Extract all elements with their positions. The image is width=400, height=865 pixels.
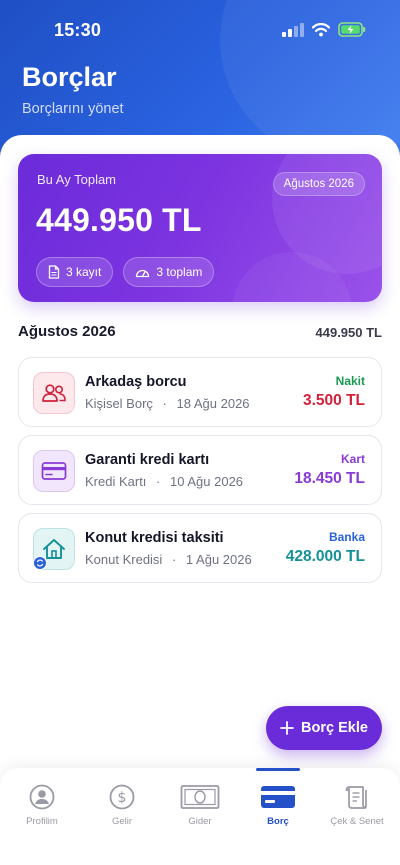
debt-item[interactable]: Arkadaş borcu Kişisel Borç · 18 Ağu 2026… — [18, 357, 382, 427]
summary-label: Bu Ay Toplam — [37, 172, 117, 187]
debt-name: Garanti kredi kartı — [85, 452, 210, 468]
profile-icon — [29, 784, 55, 810]
status-bar: 15:30 — [0, 0, 400, 60]
card-icon — [261, 786, 295, 808]
status-time: 15:30 — [54, 20, 102, 40]
page-title: Borçlar — [22, 62, 117, 92]
totals-chip: 3 toplam — [123, 257, 215, 287]
section-month-total: 449.950 TL — [315, 325, 383, 340]
signal-icon — [282, 22, 304, 37]
month-section-header: Ağustos 2026 449.950 TL — [18, 323, 382, 343]
status-icons — [282, 22, 366, 37]
page-subtitle: Borçlarını yönet — [22, 101, 124, 117]
debt-item[interactable]: Konut kredisi taksiti Konut Kredisi · 1 … — [18, 513, 382, 583]
banknote-icon — [180, 785, 220, 809]
debt-date: 1 Ağu 2026 — [185, 552, 252, 567]
people-icon — [33, 372, 75, 414]
meta-separator: · — [162, 396, 167, 411]
section-month-title: Ağustos 2026 — [18, 323, 116, 340]
plus-icon — [280, 721, 294, 735]
summary-month-badge[interactable]: Ağustos 2026 — [272, 172, 365, 196]
debt-category: Kredi Kartı — [85, 474, 147, 489]
debt-name: Konut kredisi taksiti — [85, 530, 224, 546]
debt-item[interactable]: Garanti kredi kartı Kredi Kartı · 10 Ağu… — [18, 435, 382, 505]
active-tab-indicator — [256, 768, 300, 771]
wifi-icon — [312, 22, 330, 36]
svg-text:$: $ — [118, 790, 127, 806]
records-count: 3 kayıt — [66, 265, 102, 279]
summary-total-amount: 449.950 TL — [36, 202, 202, 238]
gauge-icon — [136, 269, 150, 278]
tab-expense[interactable]: Gider — [160, 784, 240, 827]
recurring-badge-icon — [33, 556, 47, 570]
dollar-icon: $ — [109, 784, 135, 810]
debt-meta: Konut Kredisi · 1 Ağu 2026 — [85, 552, 252, 567]
tab-label: Gelir — [111, 816, 133, 827]
battery-charging-icon — [338, 22, 366, 37]
totals-count: 3 toplam — [156, 265, 203, 279]
tab-debt[interactable]: Borç — [238, 784, 318, 827]
monthly-summary-card: Bu Ay Toplam Ağustos 2026 449.950 TL 3 k… — [18, 154, 382, 302]
bottom-tab-bar: Profilim $ Gelir Gider Borç Çek & Senet — [0, 768, 400, 865]
records-chip: 3 kayıt — [36, 257, 114, 287]
credit-card-icon — [33, 450, 75, 492]
tab-label: Borç — [267, 816, 289, 827]
tab-check-note[interactable]: Çek & Senet — [317, 784, 397, 827]
debt-name: Arkadaş borcu — [85, 374, 187, 390]
debt-amount: 3.500 TL — [302, 392, 365, 409]
document-icon — [48, 265, 60, 279]
debt-payment-type: Kart — [340, 452, 365, 466]
debt-date: 10 Ağu 2026 — [170, 474, 244, 489]
tab-label: Gider — [188, 816, 212, 827]
debt-amount: 428.000 TL — [285, 548, 365, 565]
debt-meta: Kredi Kartı · 10 Ağu 2026 — [85, 474, 243, 489]
tab-income[interactable]: $ Gelir — [82, 784, 162, 827]
debt-amount: 18.450 TL — [294, 470, 365, 487]
meta-separator: · — [171, 552, 177, 567]
debt-meta: Kişisel Borç · 18 Ağu 2026 — [85, 396, 250, 411]
tab-profile[interactable]: Profilim — [2, 784, 82, 827]
add-debt-label: Borç Ekle — [301, 720, 368, 736]
debt-category: Konut Kredisi — [85, 552, 163, 567]
debt-payment-type: Banka — [328, 530, 365, 544]
scroll-icon — [345, 786, 367, 809]
meta-separator: · — [156, 474, 161, 489]
debt-payment-type: Nakit — [335, 374, 365, 388]
add-debt-button[interactable]: Borç Ekle — [266, 706, 382, 750]
tab-label: Profilim — [26, 816, 58, 827]
tab-label: Çek & Senet — [330, 816, 384, 827]
debt-category: Kişisel Borç — [85, 396, 153, 411]
debt-date: 18 Ağu 2026 — [176, 396, 250, 411]
house-icon — [33, 528, 75, 570]
